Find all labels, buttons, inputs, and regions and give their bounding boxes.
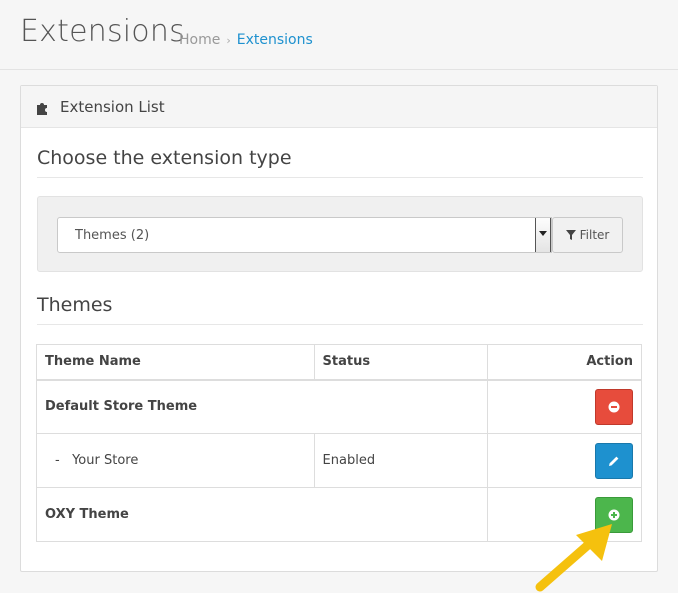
extension-type-heading: Choose the extension type bbox=[37, 147, 292, 169]
divider bbox=[37, 177, 643, 178]
theme-name-cell: Default Store Theme bbox=[35, 379, 489, 434]
edit-button[interactable] bbox=[595, 442, 633, 479]
store-name-cell: - Your Store bbox=[36, 433, 315, 488]
annotation-arrow-icon bbox=[535, 524, 612, 592]
breadcrumb: Home › Extensions bbox=[179, 32, 313, 48]
page-title: Extensions bbox=[20, 14, 185, 49]
column-header-action: Action bbox=[487, 344, 642, 381]
extension-type-selected-value: Themes (2) bbox=[75, 228, 150, 243]
filter-well: Themes (2) Filter bbox=[37, 196, 643, 272]
uninstall-button[interactable] bbox=[595, 388, 633, 425]
themes-heading: Themes bbox=[37, 294, 113, 316]
filter-button-label: Filter bbox=[579, 228, 610, 242]
table-header-row: Theme Name Status Action bbox=[36, 344, 642, 381]
pencil-icon bbox=[609, 456, 619, 466]
themes-table: Theme Name Status Action Default Store T… bbox=[35, 344, 642, 542]
panel-heading: Extension List bbox=[21, 86, 657, 128]
breadcrumb-extensions-link[interactable]: Extensions bbox=[237, 32, 313, 48]
table-row: Default Store Theme bbox=[35, 379, 642, 434]
divider bbox=[37, 324, 643, 325]
filter-icon bbox=[565, 230, 576, 240]
table-row: - Your Store Enabled bbox=[36, 433, 642, 488]
breadcrumb-separator: › bbox=[226, 34, 231, 47]
column-header-status: Status bbox=[313, 344, 489, 381]
filter-button[interactable]: Filter bbox=[552, 217, 623, 253]
plus-circle-icon bbox=[608, 509, 620, 520]
minus-circle-icon bbox=[608, 401, 620, 413]
column-header-theme-name: Theme Name bbox=[36, 344, 315, 381]
theme-name-cell: OXY Theme bbox=[35, 487, 489, 542]
panel-title: Extension List bbox=[60, 98, 165, 116]
breadcrumb-home-link[interactable]: Home bbox=[179, 32, 220, 48]
chevron-down-icon[interactable] bbox=[535, 218, 551, 252]
extensions-page: Extensions Home › Extensions Extension L… bbox=[0, 0, 678, 593]
status-cell: Enabled bbox=[313, 433, 489, 488]
page-header: Extensions Home › Extensions bbox=[0, 0, 678, 70]
puzzle-icon bbox=[37, 103, 47, 115]
extension-type-select[interactable]: Themes (2) bbox=[57, 217, 552, 253]
